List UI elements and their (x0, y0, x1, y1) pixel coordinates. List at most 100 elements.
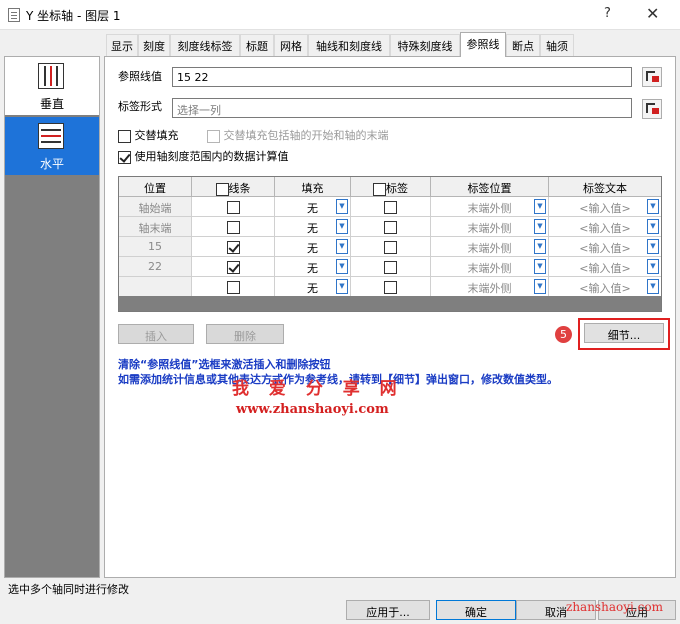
row-fill-select[interactable]: 无 ▼ (275, 237, 351, 257)
tab-breaks[interactable]: 断点 (506, 34, 540, 56)
chevron-down-icon: ▼ (336, 239, 348, 254)
row-label-checkbox[interactable] (351, 277, 431, 297)
row-label-text-select[interactable]: <输入值> ▼ (549, 257, 661, 277)
axis-label-vertical: 垂直 (39, 97, 64, 111)
use-axis-range-checkbox[interactable]: 使用轴刻度范围内的数据计算值 (118, 148, 289, 164)
row-label-checkbox[interactable] (351, 237, 431, 257)
axis-label-horizontal: 水平 (39, 157, 64, 171)
horizontal-axis-icon (38, 123, 64, 149)
chevron-down-icon: ▼ (534, 279, 546, 294)
row-label-checkbox[interactable] (351, 257, 431, 277)
row-position: 轴始端 (119, 197, 192, 217)
title-bar: Y 坐标轴 - 图层 1 ? ✕ (0, 0, 680, 30)
row-line-checkbox[interactable] (192, 237, 275, 257)
row-label-text-select[interactable]: <输入值> ▼ (549, 237, 661, 257)
row-position: 15 (119, 237, 192, 257)
ref-value-label: 参照线值 (118, 70, 162, 83)
details-button[interactable]: 细节... (584, 323, 664, 343)
alt-fill-label: 交替填充 (134, 129, 179, 142)
row-fill-select[interactable]: 无 ▼ (275, 197, 351, 217)
tab-grid[interactable]: 网格 (274, 34, 308, 56)
tab-line-ticks[interactable]: 轴线和刻度线 (308, 34, 390, 56)
window-title: Y 坐标轴 - 图层 1 (26, 9, 121, 23)
row-label-text-select[interactable]: <输入值> ▼ (549, 277, 661, 297)
row-label-position-select[interactable]: 末端外侧 ▼ (431, 237, 549, 257)
row-position: 22 (119, 257, 192, 277)
step-badge: 5 (555, 326, 572, 343)
close-button[interactable]: ✕ (646, 4, 659, 23)
chevron-down-icon: ▼ (647, 279, 659, 294)
use-axis-range-box[interactable] (118, 150, 131, 164)
chevron-down-icon: ▼ (647, 199, 659, 214)
row-line-checkbox[interactable] (192, 257, 275, 277)
use-axis-range-label: 使用轴刻度范围内的数据计算值 (134, 150, 289, 163)
tab-scale[interactable]: 刻度 (138, 34, 170, 56)
axis-list: 垂直 水平 (4, 56, 100, 578)
tab-special-ticks[interactable]: 特殊刻度线 (390, 34, 460, 56)
ok-button[interactable]: 确定 (436, 600, 516, 620)
alt-fill-checkbox[interactable]: 交替填充 (118, 127, 179, 143)
chevron-down-icon: ▼ (336, 259, 348, 274)
alt-fill-ends-checkbox[interactable]: 交替填充包括轴的开始和轴的末端 (207, 127, 389, 143)
line-all-box[interactable] (215, 182, 229, 196)
col-header-line[interactable]: 线条 (192, 177, 275, 197)
alt-fill-ends-box[interactable] (207, 129, 220, 143)
chevron-down-icon: ▼ (336, 279, 348, 294)
row-label-position-select[interactable]: 末端外侧 ▼ (431, 257, 549, 277)
row-label-position-select[interactable]: 末端外侧 ▼ (431, 277, 549, 297)
chevron-down-icon: ▼ (336, 219, 348, 234)
col-header-label-text: 标签文本 (549, 177, 661, 197)
label-form-input[interactable]: 选择一列 (172, 98, 632, 118)
help-button[interactable]: ? (604, 6, 611, 21)
row-label-position-select[interactable]: 末端外侧 ▼ (431, 197, 549, 217)
reference-lines-table: 位置 线条 填充 标签 标签位置 标签文本 轴始端 无 ▼ 末端外侧 ▼ <输入值>… (118, 176, 662, 312)
tab-title[interactable]: 标题 (240, 34, 274, 56)
col-header-label[interactable]: 标签 (351, 177, 431, 197)
chevron-down-icon: ▼ (534, 259, 546, 274)
window-icon (8, 8, 20, 22)
corner-watermark: zhanshaoyi.com (566, 600, 663, 614)
col-header-position: 位置 (119, 177, 192, 197)
status-text: 选中多个轴同时进行修改 (8, 583, 129, 596)
chevron-down-icon: ▼ (534, 239, 546, 254)
col-header-fill: 填充 (275, 177, 351, 197)
label-form-picker-icon[interactable] (642, 99, 662, 119)
row-fill-select[interactable]: 无 ▼ (275, 257, 351, 277)
chevron-down-icon: ▼ (647, 259, 659, 274)
info-line-1: 清除“参照线值”选框来激活插入和删除按钮 (118, 358, 331, 371)
watermark-text: 我 爱 分 享 网 (232, 379, 404, 399)
label-all-box[interactable] (373, 182, 386, 196)
apply-to-button[interactable]: 应用于... (346, 600, 430, 620)
axis-item-horizontal[interactable]: 水平 (5, 117, 99, 175)
row-line-checkbox[interactable] (192, 277, 275, 297)
chevron-down-icon: ▼ (336, 199, 348, 214)
row-label-text-select[interactable]: <输入值> ▼ (549, 197, 661, 217)
ref-value-input[interactable]: 15 22 (172, 67, 632, 87)
delete-button[interactable]: 删除 (206, 324, 284, 344)
row-position: 轴末端 (119, 217, 192, 237)
tab-display[interactable]: 显示 (106, 34, 138, 56)
chevron-down-icon: ▼ (647, 239, 659, 254)
row-fill-select[interactable]: 无 ▼ (275, 217, 351, 237)
col-header-label-position: 标签位置 (431, 177, 549, 197)
ref-value-picker-icon[interactable] (642, 67, 662, 87)
row-label-checkbox[interactable] (351, 217, 431, 237)
tab-tick-labels[interactable]: 刻度线标签 (170, 34, 240, 56)
label-form-label: 标签形式 (118, 100, 162, 113)
tab-reference-lines[interactable]: 参照线 (460, 32, 506, 57)
row-line-checkbox[interactable] (192, 217, 275, 237)
row-label-text-select[interactable]: <输入值> ▼ (549, 217, 661, 237)
table-footer-band (119, 296, 661, 311)
tab-rug[interactable]: 轴须 (540, 34, 574, 56)
row-label-position-select[interactable]: 末端外侧 ▼ (431, 217, 549, 237)
row-fill-select[interactable]: 无 ▼ (275, 277, 351, 297)
insert-button[interactable]: 插入 (118, 324, 194, 344)
chevron-down-icon: ▼ (534, 219, 546, 234)
watermark-url: www.zhanshaoyi.com (236, 402, 389, 417)
alt-fill-ends-label: 交替填充包括轴的开始和轴的末端 (223, 129, 389, 142)
alt-fill-box[interactable] (118, 129, 131, 143)
row-line-checkbox[interactable] (192, 197, 275, 217)
vertical-axis-icon (38, 63, 64, 89)
row-label-checkbox[interactable] (351, 197, 431, 217)
axis-item-vertical[interactable]: 垂直 (5, 57, 99, 115)
